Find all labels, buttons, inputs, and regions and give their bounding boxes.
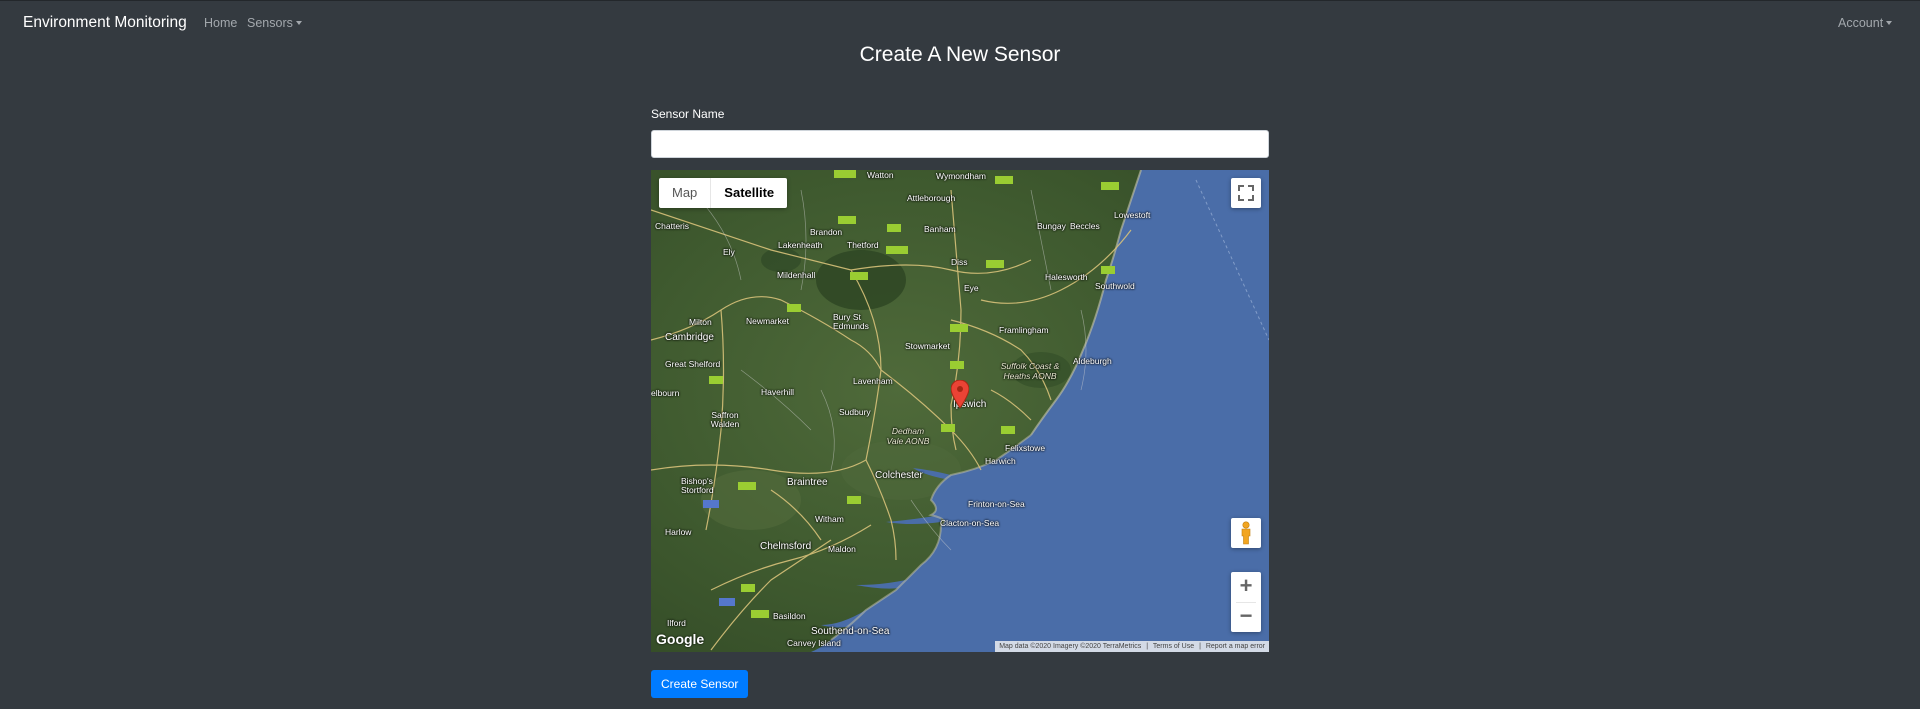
- map-label: Sudbury: [839, 407, 871, 417]
- map-type-map-button[interactable]: Map: [659, 178, 710, 208]
- map-label: Banham: [924, 224, 956, 234]
- nav-sensors-label: Sensors: [247, 16, 293, 30]
- map-label: Attleborough: [907, 193, 956, 203]
- nav-account-label: Account: [1838, 16, 1884, 30]
- map-label: Mildenhall: [777, 270, 816, 280]
- pegman-icon: [1241, 521, 1251, 545]
- map-label: Watton: [867, 170, 894, 180]
- map-label: Wymondham: [936, 171, 986, 181]
- map-label: Suffolk Coast & Heaths AONB: [1000, 361, 1060, 381]
- sensor-name-input[interactable]: [651, 130, 1269, 158]
- map-label: Bungay: [1037, 221, 1066, 231]
- chevron-down-icon: [1886, 21, 1893, 25]
- map-label: Halesworth: [1045, 272, 1088, 282]
- terms-of-use-link[interactable]: Terms of Use: [1153, 643, 1194, 650]
- map-label: Great Shelford: [665, 359, 721, 369]
- map-label: Frinton-on-Sea: [968, 499, 1025, 509]
- map-label: Clacton-on-Sea: [940, 518, 1000, 528]
- map-label: Dedham Vale AONB: [886, 426, 930, 446]
- navbar: Environment Monitoring Home Sensors Acco…: [0, 0, 1920, 44]
- map-label: Ely: [723, 247, 735, 257]
- zoom-in-button[interactable]: +: [1231, 572, 1261, 602]
- map-label: Canvey Island: [787, 638, 841, 648]
- map-attribution: Map data ©2020 Imagery ©2020 TerraMetric…: [995, 641, 1269, 652]
- fullscreen-icon: [1238, 185, 1254, 201]
- nav-sensors-dropdown[interactable]: Sensors: [247, 16, 302, 30]
- map-label: Newmarket: [746, 316, 789, 326]
- map-label: Harwich: [985, 456, 1016, 466]
- map-label: Beccles: [1070, 221, 1100, 231]
- map-label: Cambridge: [665, 332, 714, 343]
- map-label: Bishop's Stortford: [681, 476, 714, 495]
- map-label: Harlow: [665, 527, 692, 537]
- nav-home[interactable]: Home: [204, 16, 237, 30]
- nav-account-dropdown[interactable]: Account: [1838, 16, 1893, 30]
- google-logo[interactable]: Google: [656, 631, 704, 647]
- map-label: Brandon: [810, 227, 843, 237]
- map-label: Aldeburgh: [1073, 356, 1112, 366]
- zoom-out-button[interactable]: −: [1231, 602, 1261, 632]
- map-label: Haverhill: [761, 387, 795, 397]
- zoom-control: + −: [1231, 572, 1261, 632]
- map-label: Bury St Edmunds: [833, 312, 869, 331]
- map-label: Ilford: [667, 618, 686, 628]
- fullscreen-button[interactable]: [1231, 178, 1261, 208]
- map-label: Saffron Walden: [710, 410, 740, 429]
- map-label: Southwold: [1095, 281, 1135, 291]
- map-label: Lakenheath: [778, 240, 823, 250]
- map-label: Chelmsford: [760, 541, 812, 552]
- street-view-pegman[interactable]: [1231, 518, 1261, 548]
- map-label: Basildon: [773, 611, 806, 621]
- map-label: Lavenham: [853, 376, 893, 386]
- map-label: Eye: [964, 283, 979, 293]
- map-label: Chatteris: [655, 221, 690, 231]
- map-label: Framlingham: [999, 325, 1049, 335]
- sensor-name-label: Sensor Name: [651, 107, 725, 121]
- create-sensor-button[interactable]: Create Sensor: [651, 670, 749, 698]
- chevron-down-icon: [295, 21, 302, 25]
- map-label: Diss: [951, 257, 968, 267]
- map[interactable]: Watton Wymondham Attleborough Chatteris …: [651, 170, 1269, 652]
- report-map-error-link[interactable]: Report a map error: [1206, 643, 1265, 650]
- map-label: Felixstowe: [1005, 443, 1046, 453]
- map-type-control: Map Satellite: [659, 178, 788, 208]
- map-label: elbourn: [651, 388, 680, 398]
- map-label: Witham: [815, 514, 844, 524]
- map-label: Thetford: [847, 240, 879, 250]
- map-data-attribution: Map data ©2020 Imagery ©2020 TerraMetric…: [999, 643, 1142, 650]
- map-type-satellite-button[interactable]: Satellite: [710, 178, 787, 208]
- map-label: Braintree: [787, 477, 828, 488]
- map-label: Lowestoft: [1114, 210, 1151, 220]
- map-label: Maldon: [828, 544, 856, 554]
- map-label: Colchester: [875, 470, 923, 481]
- map-label: Stowmarket: [905, 341, 950, 351]
- map-label: Milton: [689, 317, 712, 327]
- map-label: Southend-on-Sea: [811, 626, 890, 637]
- page-title: Create A New Sensor: [859, 43, 1061, 66]
- map-marker-icon[interactable]: [950, 379, 970, 413]
- navbar-brand[interactable]: Environment Monitoring: [23, 14, 187, 32]
